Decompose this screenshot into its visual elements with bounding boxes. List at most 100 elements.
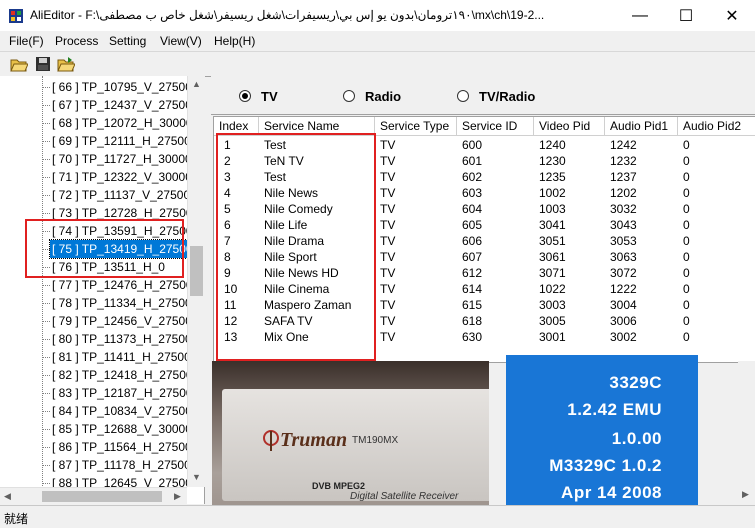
menu-process[interactable]: Process: [55, 34, 98, 48]
save-icon[interactable]: [34, 55, 52, 73]
tree-item[interactable]: [ 69 ] TP_12111_H_27500: [50, 132, 193, 150]
open-icon[interactable]: [10, 55, 28, 73]
cell-service-type: TV: [380, 170, 396, 184]
cell-audio-pid1: 3063: [610, 250, 637, 264]
table-scroll-down-icon[interactable]: ▶: [742, 489, 749, 500]
table-row[interactable]: 12 SAFA TV TV 618 3005 3006 0: [214, 313, 755, 329]
radio-radio-dot: [343, 90, 355, 102]
radio-tv-radio-label: TV/Radio: [479, 88, 536, 104]
menu-view[interactable]: View(V): [160, 34, 202, 48]
cell-index: 10: [224, 282, 238, 296]
tree-vertical-scrollbar[interactable]: ▲ ▼: [187, 76, 205, 487]
radio-tv[interactable]: TV: [239, 88, 278, 104]
cell-service-id: 614: [462, 282, 483, 296]
cell-audio-pid1: 1222: [610, 282, 637, 296]
tree-item[interactable]: [ 70 ] TP_11727_H_30000: [50, 150, 194, 168]
tree-item[interactable]: [ 82 ] TP_12418_H_27500: [50, 366, 195, 384]
tree-item[interactable]: [ 78 ] TP_11334_H_27500: [50, 294, 194, 312]
tree-item[interactable]: [ 80 ] TP_11373_H_27500: [50, 330, 194, 348]
table-row[interactable]: 2 TeN TV TV 601 1230 1232 0: [214, 153, 755, 169]
cell-audio-pid1: 3072: [610, 266, 637, 280]
tree-item[interactable]: [ 71 ] TP_12322_V_30000: [50, 168, 194, 186]
device-brand: Truman: [280, 429, 348, 451]
table-row[interactable]: 11 Maspero Zaman TV 615 3003 3004 0: [214, 297, 755, 313]
cell-audio-pid1: 1242: [610, 138, 637, 152]
col-audio-pid2[interactable]: Audio Pid2: [678, 117, 755, 135]
minimize-button[interactable]: —: [617, 0, 663, 31]
tree-item[interactable]: [ 74 ] TP_13591_H_27500: [50, 222, 195, 240]
menu-setting[interactable]: Setting: [109, 34, 146, 48]
tree-item[interactable]: [ 68 ] TP_12072_H_30000: [50, 114, 195, 132]
tree-item[interactable]: [ 72 ] TP_11137_V_27500: [50, 186, 192, 204]
tree-item[interactable]: [ 77 ] TP_12476_H_27500: [50, 276, 195, 294]
tree-item[interactable]: [ 87 ] TP_11178_H_27500: [50, 456, 193, 474]
tree-item[interactable]: [ 73 ] TP_12728_H_27500: [50, 204, 195, 222]
tree-item[interactable]: [ 86 ] TP_11564_H_27500: [50, 438, 194, 456]
table-row[interactable]: 10 Nile Cinema TV 614 1022 1222 0: [214, 281, 755, 297]
tree-connector-tick: [42, 393, 50, 394]
tree-item[interactable]: [ 85 ] TP_12688_V_30000: [50, 420, 194, 438]
lcd-line-3: 1.0.00: [611, 429, 662, 448]
scroll-left-icon[interactable]: ◀: [4, 491, 11, 502]
tree-item[interactable]: [ 67 ] TP_12437_V_27500: [50, 96, 194, 114]
scroll-right-icon[interactable]: ▶: [174, 491, 181, 502]
cell-audio-pid1: 3043: [610, 218, 637, 232]
table-row[interactable]: 4 Nile News TV 603 1002 1202 0: [214, 185, 755, 201]
menu-file[interactable]: File(F): [9, 34, 44, 48]
maximize-button[interactable]: ☐: [663, 0, 709, 31]
transponder-tree[interactable]: [ 66 ] TP_10795_V_27500[ 67 ] TP_12437_V…: [0, 76, 205, 504]
services-table[interactable]: Index Service Name Service Type Service …: [213, 116, 755, 363]
tree-item[interactable]: [ 84 ] TP_10834_V_27500: [50, 402, 194, 420]
table-row[interactable]: 5 Nile Comedy TV 604 1003 3032 0: [214, 201, 755, 217]
cell-service-id: 630: [462, 330, 483, 344]
cell-service-name: Nile Life: [264, 218, 308, 232]
tree-connector-tick: [42, 483, 50, 484]
cell-service-id: 618: [462, 314, 483, 328]
cell-service-id: 606: [462, 234, 483, 248]
cell-audio-pid2: 0: [683, 170, 690, 184]
cell-service-id: 600: [462, 138, 483, 152]
table-row[interactable]: 13 Mix One TV 630 3001 3002 0: [214, 329, 755, 345]
col-video-pid[interactable]: Video Pid: [534, 117, 605, 135]
cell-service-type: TV: [380, 282, 396, 296]
menu-help[interactable]: Help(H): [214, 34, 255, 48]
tree-item[interactable]: [ 66 ] TP_10795_V_27500: [50, 78, 194, 96]
cell-video-pid: 3005: [539, 314, 566, 328]
radio-tv-radio[interactable]: TV/Radio: [457, 88, 535, 104]
tree-item[interactable]: [ 76 ] TP_13511_H_0: [50, 258, 167, 276]
cell-video-pid: 1230: [539, 154, 566, 168]
radio-radio[interactable]: Radio: [343, 88, 401, 104]
cell-audio-pid2: 0: [683, 138, 690, 152]
table-row[interactable]: 6 Nile Life TV 605 3041 3043 0: [214, 217, 755, 233]
device-badge: DVB MPEG2: [312, 481, 366, 491]
tree-item[interactable]: [ 81 ] TP_11411_H_27500: [50, 348, 193, 366]
table-vertical-scrollbar[interactable]: ▶: [738, 361, 755, 505]
cell-service-id: 602: [462, 170, 483, 184]
tree-hscroll-thumb[interactable]: [42, 491, 162, 502]
scroll-down-icon[interactable]: ▼: [192, 472, 201, 482]
tree-item[interactable]: [ 79 ] TP_12456_V_27500: [50, 312, 194, 330]
tree-horizontal-scrollbar[interactable]: ◀ ▶: [0, 487, 187, 505]
col-service-name[interactable]: Service Name: [259, 117, 375, 135]
cell-service-name: Test: [264, 138, 287, 152]
table-row[interactable]: 8 Nile Sport TV 607 3061 3063 0: [214, 249, 755, 265]
tree-item[interactable]: [ 83 ] TP_12187_H_27500: [50, 384, 195, 402]
tree-connector-tick: [42, 231, 50, 232]
col-service-id[interactable]: Service ID: [457, 117, 534, 135]
tree-item[interactable]: [ 75 ] TP_13419_H_27500: [49, 239, 196, 259]
table-row[interactable]: 7 Nile Drama TV 606 3051 3053 0: [214, 233, 755, 249]
scroll-up-icon[interactable]: ▲: [192, 79, 201, 89]
cell-audio-pid2: 0: [683, 186, 690, 200]
table-row[interactable]: 9 Nile News HD TV 612 3071 3072 0: [214, 265, 755, 281]
col-audio-pid1[interactable]: Audio Pid1: [605, 117, 678, 135]
col-service-type[interactable]: Service Type: [375, 117, 457, 135]
tree-scroll-thumb[interactable]: [190, 246, 203, 296]
table-row[interactable]: 1 Test TV 600 1240 1242 0: [214, 137, 755, 153]
cell-service-type: TV: [380, 250, 396, 264]
col-index[interactable]: Index: [214, 117, 259, 135]
open-folder-icon[interactable]: [57, 55, 75, 73]
lcd-line-4: M3329C 1.0.2: [549, 456, 662, 475]
close-button[interactable]: ✕: [709, 0, 755, 31]
tree-connector-tick: [42, 357, 50, 358]
table-row[interactable]: 3 Test TV 602 1235 1237 0: [214, 169, 755, 185]
